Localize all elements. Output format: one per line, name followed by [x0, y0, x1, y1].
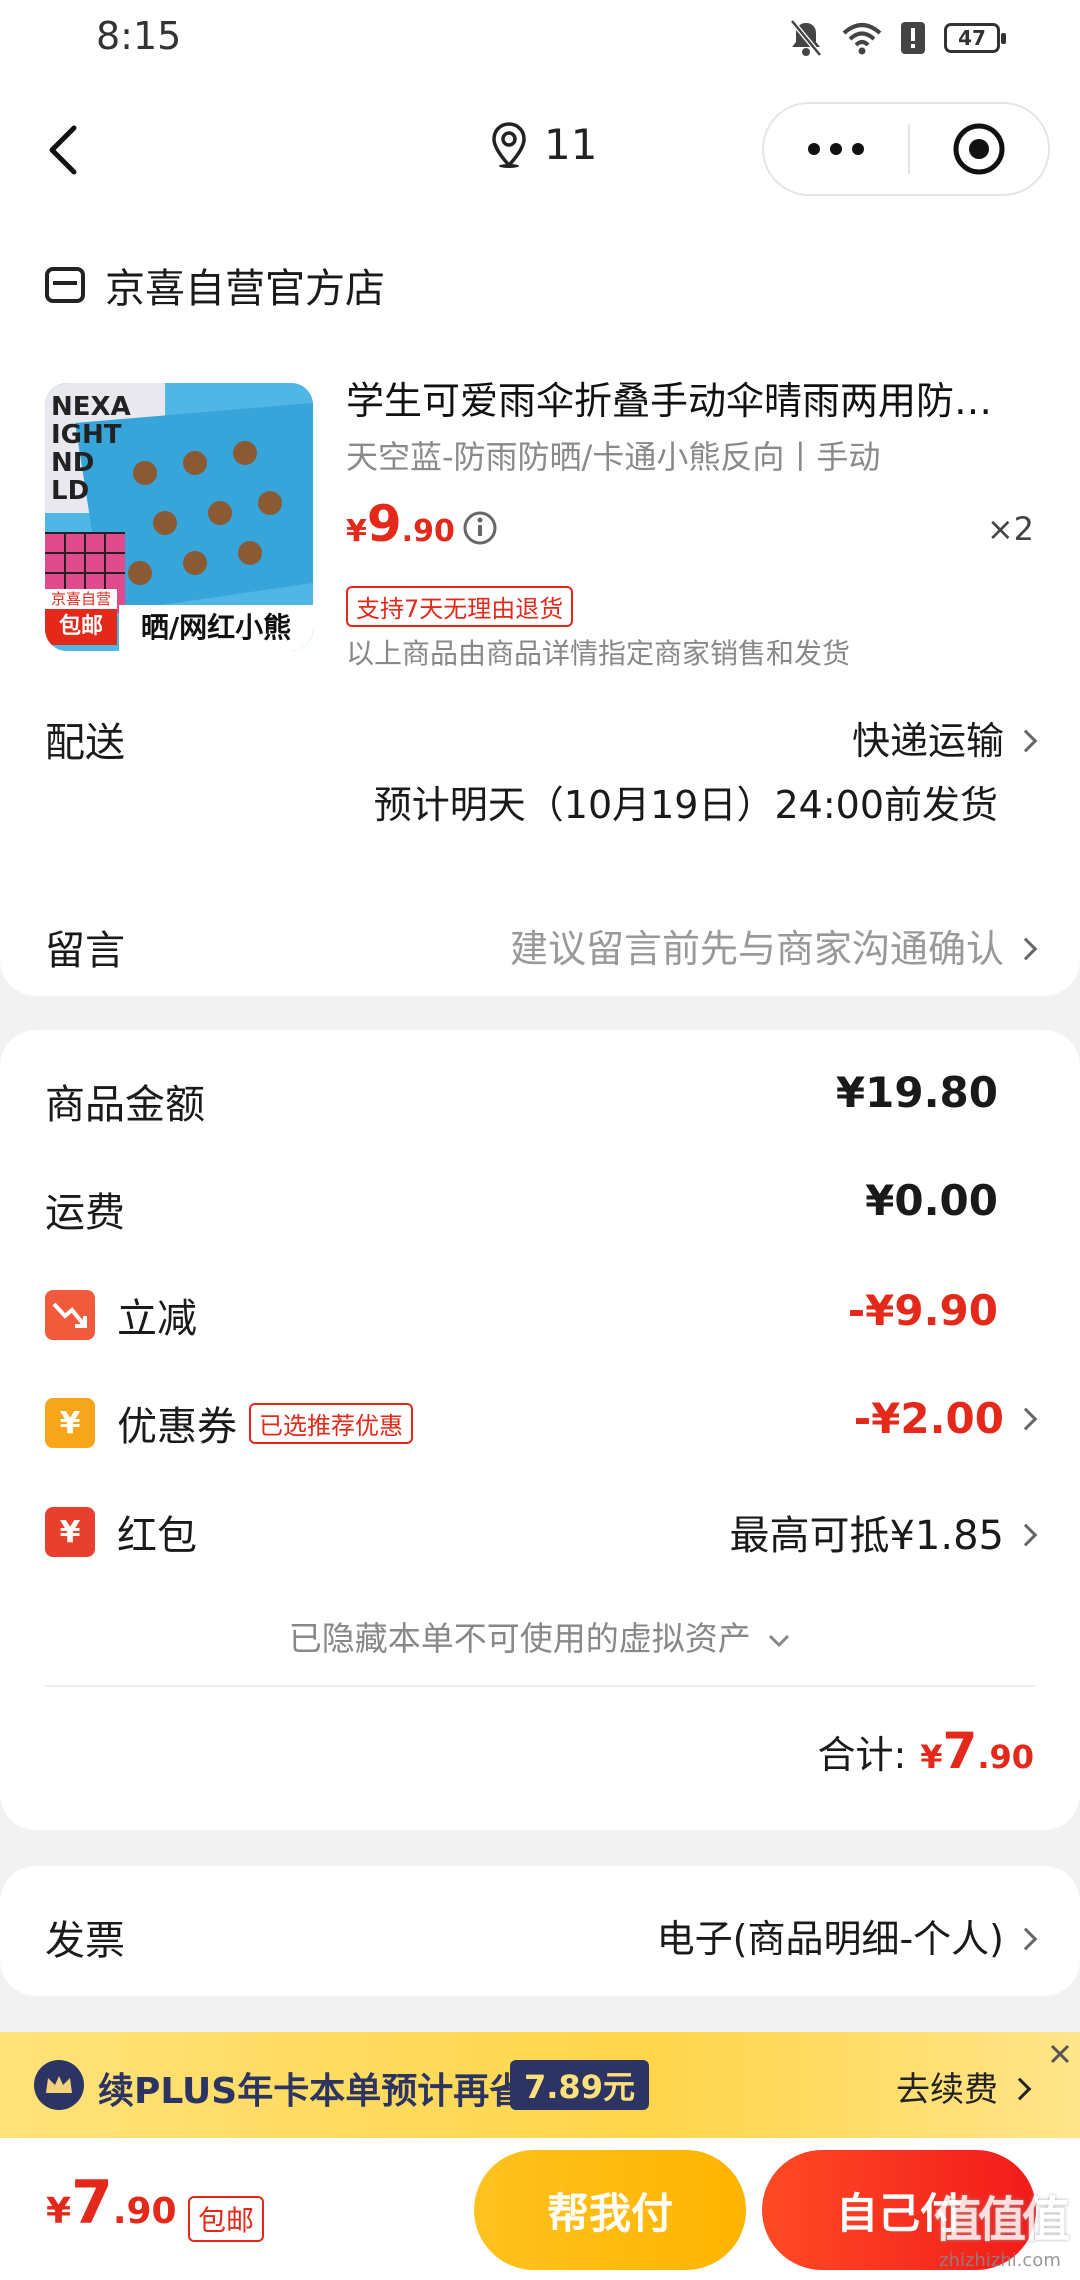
chevron-right-icon	[1014, 1407, 1038, 1430]
plus-renew-link[interactable]: 去续费	[896, 2062, 1032, 2111]
invoice-value[interactable]: 电子(商品明细-个人)	[656, 1908, 1038, 1963]
thumb-badge-top: 京喜自营	[45, 589, 117, 609]
discount-value: -¥9.90	[847, 1286, 998, 1335]
shop-icon	[45, 267, 85, 303]
chevron-right-icon	[1014, 1927, 1038, 1950]
coupon-yen-icon: ¥	[45, 1398, 95, 1448]
shop-header[interactable]: 京喜自营官方店	[45, 256, 385, 314]
chevron-right-icon	[1014, 1523, 1038, 1547]
plus-renew-text: 去续费	[896, 2070, 998, 2110]
message-label: 留言	[45, 928, 125, 974]
redpacket-label: 红包	[117, 1513, 197, 1559]
thumb-print-text: NEXA IGHT ND LD	[51, 392, 131, 506]
delivery-label: 配送	[45, 720, 125, 766]
bell-muted-icon	[790, 19, 822, 57]
location-pin-icon	[492, 121, 526, 168]
back-arrow-icon[interactable]	[34, 120, 94, 180]
miniprogram-capsule	[762, 102, 1050, 196]
plus-banner[interactable]: 续PLUS年卡本单预计再省 7.89元 去续费	[0, 2032, 1080, 2138]
price-decimal: .90	[401, 514, 455, 549]
nav-bar: 11	[0, 80, 1080, 220]
message-input[interactable]: 建议留言前先与商家沟通确认	[509, 918, 1038, 973]
free-shipping-tag: 包邮	[188, 2196, 265, 2242]
goods-amount-label: 商品金额	[45, 1082, 205, 1128]
status-bar: 8:15 47	[0, 0, 1080, 80]
chevron-right-icon	[1014, 729, 1038, 752]
alert-card-icon	[901, 22, 925, 54]
delivery-eta: 预计明天（10月19日）24:00前发货	[373, 783, 998, 827]
coupon-value[interactable]: -¥2.00	[853, 1394, 1038, 1443]
discount-label: 立减	[117, 1296, 197, 1342]
redpacket-value-text: 最高可抵¥1.85	[729, 1513, 1004, 1559]
total-row: 合计: ¥7.90	[817, 1722, 1034, 1780]
chevron-right-icon	[1008, 2077, 1032, 2100]
goods-amount-value: ¥19.80	[835, 1068, 998, 1117]
wifi-icon	[842, 23, 882, 55]
help-pay-button[interactable]: 帮我付	[474, 2150, 746, 2270]
watermark-glyphs: 值值值	[933, 2192, 1070, 2248]
location-count: 11	[544, 120, 598, 169]
status-time: 8:15	[96, 14, 182, 58]
coupon-selected-tag: 已选推荐优惠	[249, 1402, 413, 1444]
redpacket-value[interactable]: 最高可抵¥1.85	[729, 1503, 1038, 1561]
total-value: ¥7.90	[920, 1722, 1034, 1780]
target-circle-icon	[953, 123, 1005, 175]
chevron-down-icon	[769, 1634, 790, 1647]
product-title[interactable]: 学生可爱雨伞折叠手动伞晴雨两用防…	[346, 370, 1036, 425]
thumb-badge: 京喜自营 包邮	[45, 589, 117, 645]
bottom-price-symbol: ¥	[46, 2191, 72, 2232]
discount-down-icon	[45, 1290, 95, 1340]
info-icon[interactable]	[462, 510, 498, 546]
watermark: 值值值 zhizhizhi.com	[933, 2180, 1070, 2271]
more-dots-icon	[808, 143, 864, 155]
bottom-price-integer: 7	[71, 2168, 113, 2238]
product-price: ¥9.90	[346, 495, 455, 553]
return-policy-tag: 支持7天无理由退货	[346, 586, 574, 627]
product-quantity: ×2	[986, 510, 1034, 548]
watermark-url: zhizhizhi.com	[939, 2250, 1061, 2271]
total-integer: 7	[942, 1722, 978, 1780]
price-integer: 9	[366, 495, 402, 553]
battery-icon: 47	[944, 23, 1006, 53]
total-symbol: ¥	[920, 1738, 943, 1776]
bottom-price: ¥7.90	[46, 2168, 177, 2238]
price-symbol: ¥	[346, 514, 367, 549]
divider	[45, 1685, 1035, 1687]
discount-row: 立减	[45, 1286, 197, 1344]
chevron-right-icon	[1014, 937, 1038, 960]
shipping-value: ¥0.00	[865, 1176, 998, 1225]
bottom-bar: ¥7.90 包邮 帮我付 自己付	[0, 2138, 1080, 2280]
thumb-caption: 晒/网红小熊	[119, 605, 313, 651]
delivery-method[interactable]: 快递运输	[851, 710, 1038, 765]
coupon-label: 优惠券	[117, 1404, 237, 1450]
invoice-value-text: 电子(商品明细-个人)	[656, 1917, 1004, 1961]
total-label: 合计:	[817, 1733, 907, 1777]
delivery-method-text: 快递运输	[851, 719, 1004, 763]
coupon-value-text: -¥2.00	[853, 1394, 1004, 1443]
close-icon[interactable]	[1048, 2042, 1072, 2066]
coupon-row[interactable]: ¥ 优惠券 已选推荐优惠	[45, 1394, 413, 1452]
close-miniprogram-button[interactable]	[910, 121, 1048, 177]
more-button[interactable]	[764, 104, 908, 194]
seller-note: 以上商品由商品详情指定商家销售和发货	[346, 637, 851, 670]
redpacket-row[interactable]: ¥ 红包	[45, 1503, 197, 1561]
shop-name: 京喜自营官方店	[105, 266, 385, 312]
status-icons: 47	[788, 14, 1006, 62]
product-spec[interactable]: 天空蓝-防雨防晒/卡通小熊反向丨手动	[346, 432, 880, 478]
location-indicator[interactable]: 11	[490, 120, 597, 169]
thumb-badge-bottom: 包邮	[58, 614, 103, 639]
hidden-assets-text: 已隐藏本单不可使用的虚拟资产	[288, 1619, 751, 1658]
redpacket-icon: ¥	[45, 1507, 95, 1557]
invoice-label: 发票	[45, 1918, 125, 1964]
product-thumbnail[interactable]: NEXA IGHT ND LD 京喜自营 包邮 晒/网红小熊	[45, 383, 313, 651]
plus-text: 续PLUS年卡本单预计再省	[98, 2071, 526, 2112]
plus-crown-icon	[34, 2060, 84, 2110]
total-decimal: .90	[977, 1738, 1034, 1776]
hidden-assets-toggle[interactable]: 已隐藏本单不可使用的虚拟资产	[0, 1612, 1080, 1660]
message-placeholder: 建议留言前先与商家沟通确认	[509, 927, 1004, 971]
plus-amount-badge: 7.89元	[510, 2060, 649, 2110]
shipping-label: 运费	[45, 1190, 125, 1236]
bottom-price-decimal: .90	[112, 2191, 177, 2232]
